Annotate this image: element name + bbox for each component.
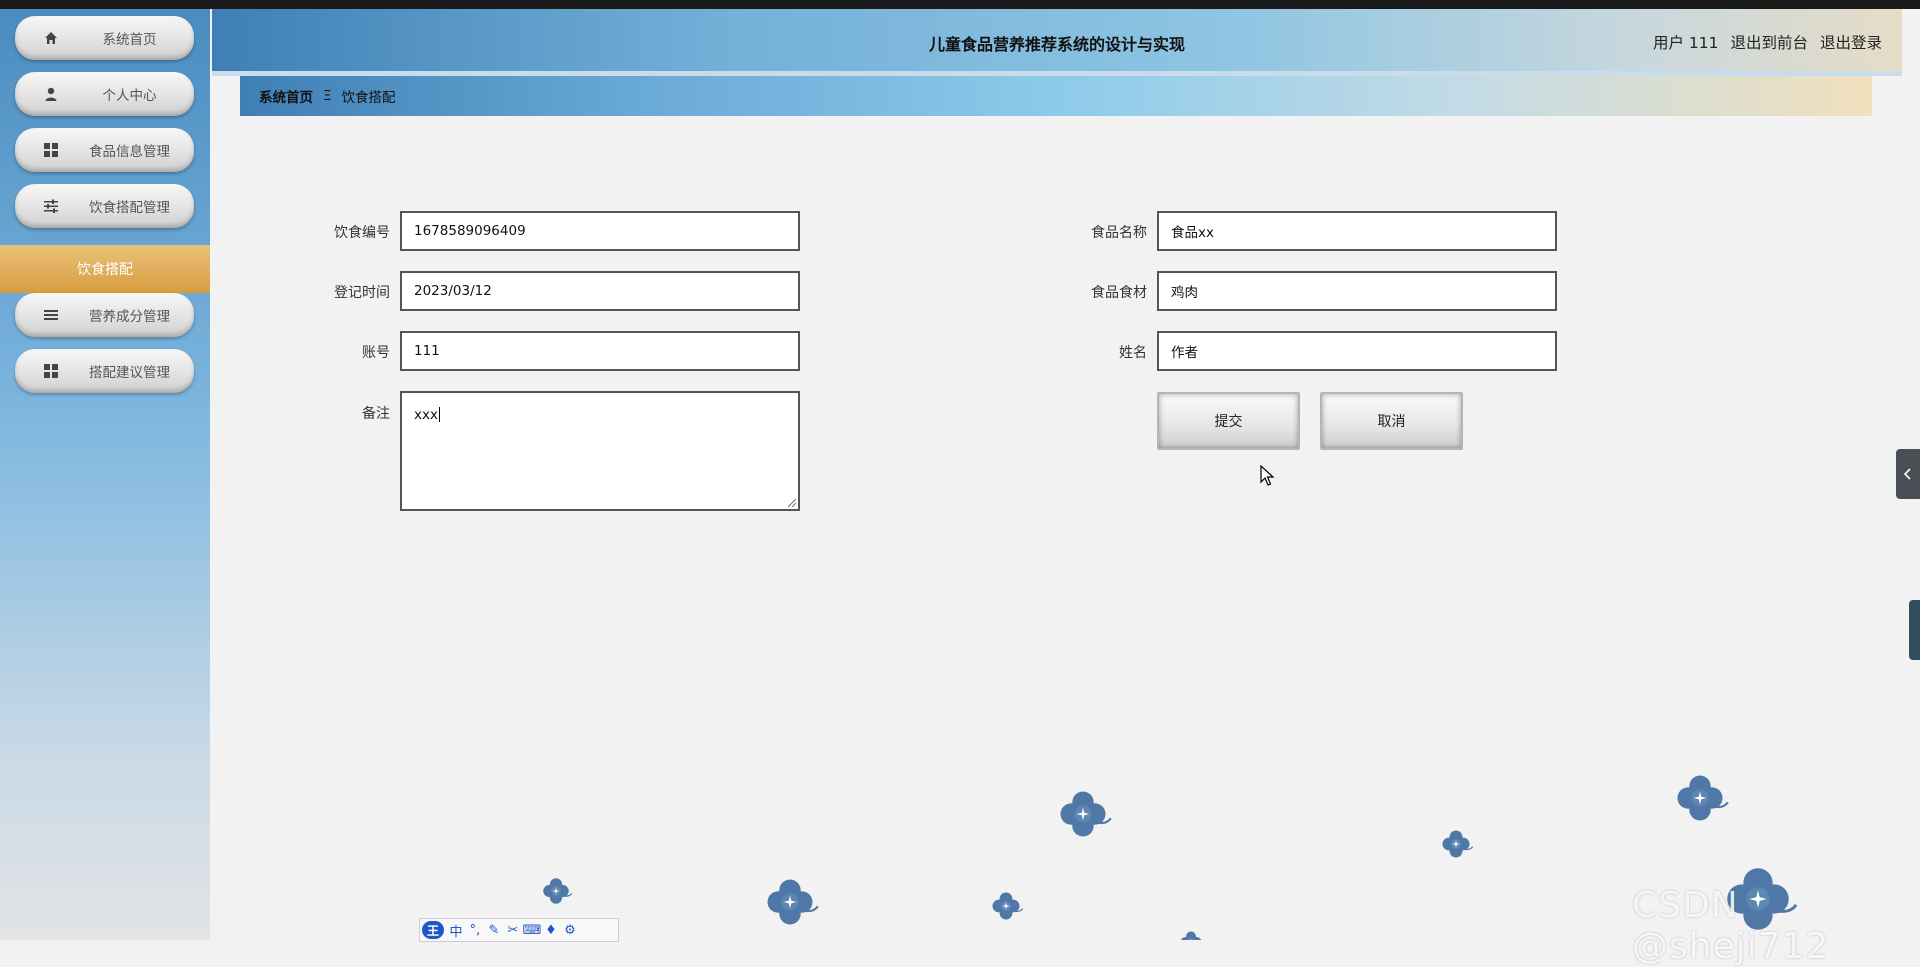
flower-icon bbox=[1180, 931, 1205, 940]
flower-icon bbox=[1059, 790, 1112, 838]
register-time-field[interactable]: 2023/03/12 bbox=[400, 271, 800, 311]
ime-logo[interactable]: 王 bbox=[422, 921, 444, 939]
food-name-field[interactable]: 食品xx bbox=[1157, 211, 1557, 251]
register-time-label: 登记时间 bbox=[334, 285, 390, 301]
home-icon bbox=[45, 32, 57, 44]
account-label: 账号 bbox=[362, 345, 390, 361]
remark-label: 备注 bbox=[362, 406, 390, 422]
flower-icon bbox=[1441, 829, 1474, 859]
breadcrumb: 系统首页 Ξ 饮食搭配 bbox=[240, 76, 1872, 116]
keyboard-icon[interactable]: ⌨ bbox=[523, 923, 542, 938]
breadcrumb-separator: Ξ bbox=[323, 88, 332, 104]
ime-mode[interactable]: 中 bbox=[449, 923, 463, 940]
header-user-area: 用户 111 退出到前台 退出登录 bbox=[1653, 31, 1882, 53]
pen-icon[interactable]: ✎ bbox=[487, 923, 501, 938]
gear-icon[interactable]: ⚙ bbox=[563, 923, 577, 938]
shirt-icon[interactable]: ♦ bbox=[544, 923, 558, 938]
cancel-button[interactable]: 取消 bbox=[1320, 392, 1463, 450]
sidebar-item-food-info[interactable]: 食品信息管理 bbox=[15, 128, 194, 172]
side-panel-toggle[interactable] bbox=[1896, 449, 1920, 499]
sidebar-item-suggestion[interactable]: 搭配建议管理 bbox=[15, 349, 194, 393]
ingredient-field[interactable]: 鸡肉 bbox=[1157, 271, 1557, 311]
sidebar-subitem-diet-match[interactable]: 饮食搭配 bbox=[0, 245, 210, 293]
grid-icon bbox=[44, 364, 58, 378]
ime-toolbar: 王 中 °, ✎ ✂ ⌨ ♦ ⚙ bbox=[419, 918, 619, 942]
chevron-left-icon bbox=[1903, 468, 1911, 480]
sidebar-item-label: 个人中心 bbox=[102, 88, 157, 104]
list-icon bbox=[44, 310, 58, 320]
submit-button[interactable]: 提交 bbox=[1157, 392, 1300, 450]
side-widget-tab[interactable] bbox=[1909, 600, 1920, 660]
resize-handle-icon[interactable] bbox=[788, 499, 796, 507]
remark-text: xxx bbox=[414, 407, 438, 423]
sidebar: 系统首页 个人中心 食品信息管理 饮食搭配管理 饮食搭配 营养成分管理 搭配建议… bbox=[0, 9, 210, 940]
app-title: 儿童食品营养推荐系统的设计与实现 bbox=[928, 35, 1185, 54]
breadcrumb-current: 饮食搭配 bbox=[341, 90, 396, 106]
account-field[interactable]: 111 bbox=[400, 331, 800, 371]
mouse-cursor-icon bbox=[1260, 465, 1275, 486]
sidebar-item-nutrition[interactable]: 营养成分管理 bbox=[15, 293, 194, 337]
watermark: CSDN @sheji712 bbox=[1632, 885, 1830, 967]
sidebar-item-label: 饮食搭配管理 bbox=[89, 200, 170, 216]
punctuation-icon[interactable]: °, bbox=[468, 923, 482, 938]
flower-icon bbox=[542, 877, 573, 905]
diet-no-field[interactable]: 1678589096409 bbox=[400, 211, 800, 251]
sidebar-item-home[interactable]: 系统首页 bbox=[15, 16, 194, 60]
back-to-front-link[interactable]: 退出到前台 bbox=[1730, 31, 1808, 53]
sidebar-item-label: 食品信息管理 bbox=[89, 144, 170, 160]
current-user: 用户 111 bbox=[1652, 34, 1719, 52]
scissors-icon[interactable]: ✂ bbox=[506, 923, 520, 938]
name-label: 姓名 bbox=[1119, 345, 1147, 361]
window-top-border bbox=[0, 0, 1920, 9]
ingredient-label: 食品食材 bbox=[1091, 285, 1147, 301]
top-header: 儿童食品营养推荐系统的设计与实现 用户 111 退出到前台 退出登录 bbox=[212, 9, 1902, 71]
diet-no-label: 饮食编号 bbox=[334, 225, 390, 241]
logout-link[interactable]: 退出登录 bbox=[1820, 31, 1882, 53]
sliders-icon bbox=[44, 199, 58, 213]
sidebar-item-label: 营养成分管理 bbox=[89, 309, 170, 325]
sidebar-item-profile[interactable]: 个人中心 bbox=[15, 72, 194, 116]
remark-textarea[interactable]: xxx bbox=[400, 391, 800, 511]
user-icon bbox=[45, 87, 57, 101]
sidebar-item-label: 系统首页 bbox=[102, 32, 157, 48]
flower-icon bbox=[1676, 774, 1729, 822]
text-caret bbox=[438, 407, 440, 422]
name-field[interactable]: 作者 bbox=[1157, 331, 1557, 371]
breadcrumb-home[interactable]: 系统首页 bbox=[259, 86, 313, 106]
flower-icon bbox=[766, 878, 819, 926]
sidebar-item-label: 搭配建议管理 bbox=[89, 365, 170, 381]
food-name-label: 食品名称 bbox=[1091, 225, 1147, 241]
sidebar-item-diet-match[interactable]: 饮食搭配管理 bbox=[15, 184, 194, 228]
flower-icon bbox=[991, 891, 1024, 921]
grid-icon bbox=[44, 143, 58, 157]
